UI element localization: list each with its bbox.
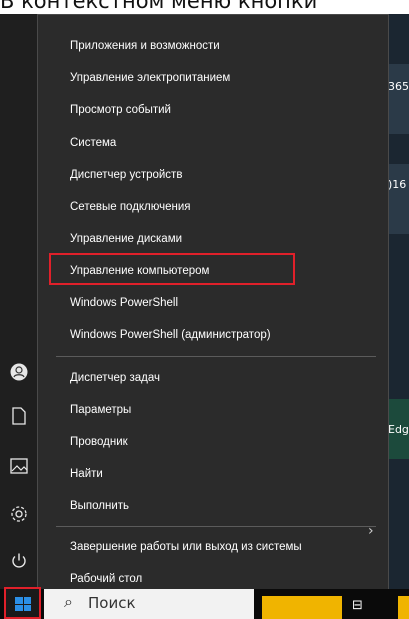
menu-item-run[interactable]: Выполнить: [70, 500, 129, 512]
top-caption: В контекстном меню кнопки: [0, 0, 409, 14]
menu-item-shutdown-signout[interactable]: Завершение работы или выход из системы: [70, 541, 302, 553]
desktop-label-edge: Edge: [388, 423, 409, 436]
taskbar-app-tile[interactable]: [398, 596, 409, 619]
menu-item-device-manager[interactable]: Диспетчер устройств: [70, 169, 182, 181]
task-view-icon[interactable]: ⊟: [352, 598, 363, 613]
chevron-right-icon: ›: [368, 523, 374, 539]
menu-item-powershell-admin[interactable]: Windows PowerShell (администратор): [70, 329, 271, 341]
menu-item-powershell[interactable]: Windows PowerShell: [70, 297, 178, 309]
desktop-label-365: 365.: [388, 80, 409, 93]
menu-separator: [56, 356, 376, 357]
windows-logo-icon: [15, 597, 31, 611]
winx-context-menu: Приложения и возможности Управление элек…: [37, 14, 389, 595]
menu-item-disk-management[interactable]: Управление дисками: [70, 233, 182, 245]
search-placeholder: Поиск: [88, 594, 136, 612]
menu-item-system[interactable]: Система: [70, 137, 116, 149]
menu-item-search[interactable]: Найти: [70, 468, 103, 480]
menu-item-task-manager[interactable]: Диспетчер задач: [70, 372, 160, 384]
taskbar-app-tile[interactable]: [262, 596, 342, 619]
settings-gear-icon[interactable]: [8, 503, 30, 525]
menu-separator: [56, 526, 376, 527]
menu-item-desktop[interactable]: Рабочий стол: [70, 573, 142, 585]
menu-item-file-explorer[interactable]: Проводник: [70, 436, 128, 448]
pictures-icon[interactable]: [8, 455, 30, 477]
search-icon: ⌕: [64, 592, 73, 611]
menu-item-apps-features[interactable]: Приложения и возможности: [70, 40, 220, 52]
menu-item-settings[interactable]: Параметры: [70, 404, 131, 416]
document-icon[interactable]: [8, 405, 30, 427]
desktop-label-2016: )16: [388, 178, 407, 191]
menu-item-computer-management[interactable]: Управление компьютером: [70, 265, 209, 277]
power-icon[interactable]: [8, 550, 30, 572]
menu-item-power-options[interactable]: Управление электропитанием: [70, 72, 230, 84]
menu-item-event-viewer[interactable]: Просмотр событий: [70, 104, 171, 116]
start-rail: [0, 14, 37, 589]
start-button[interactable]: [4, 587, 41, 619]
taskbar-search-box[interactable]: ⌕ Поиск: [44, 589, 254, 619]
user-avatar-icon[interactable]: [8, 361, 30, 383]
menu-item-network-connections[interactable]: Сетевые подключения: [70, 201, 191, 213]
